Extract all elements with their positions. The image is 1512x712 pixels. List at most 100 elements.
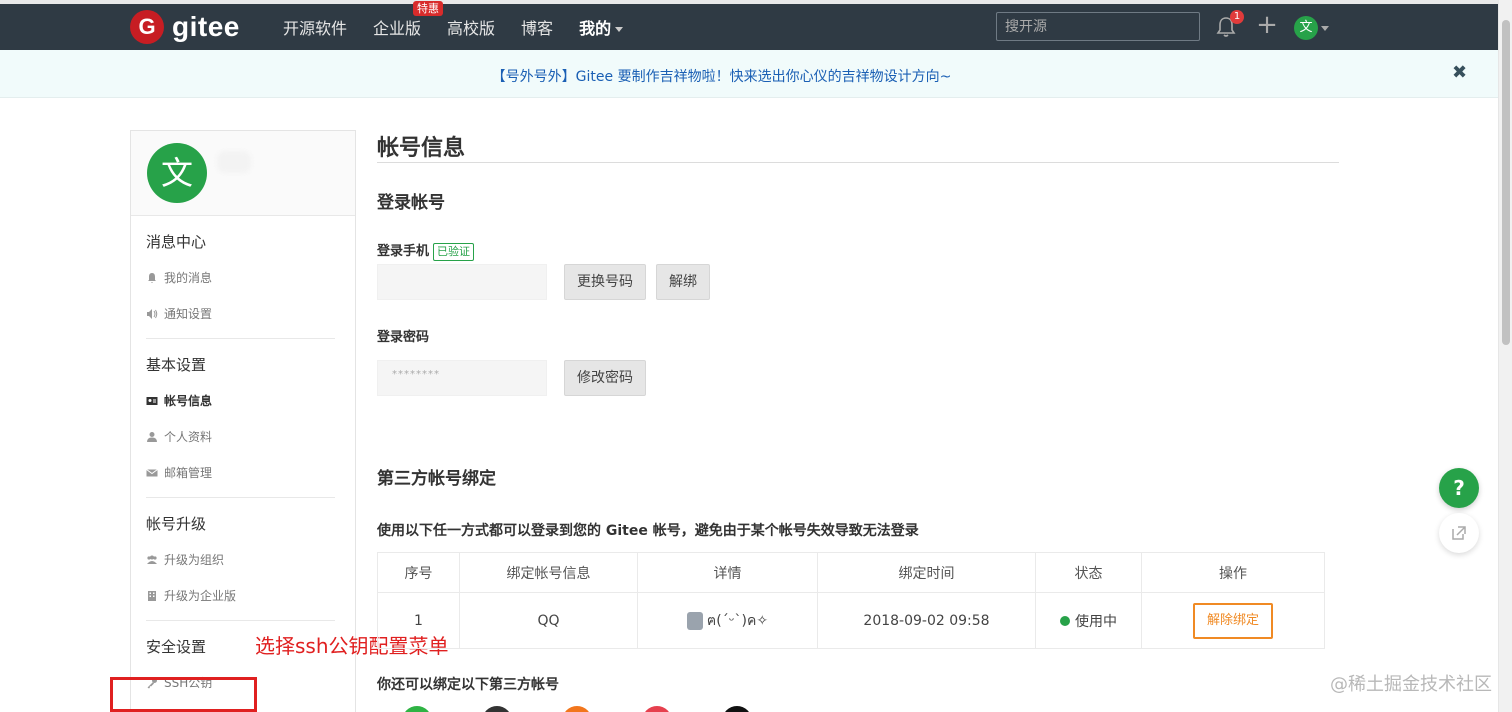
column-header: 操作 xyxy=(1141,552,1325,593)
row-time: 2018-09-02 09:58 xyxy=(817,592,1036,649)
phone-label: 登录手机 已验证 xyxy=(377,240,475,261)
password-label: 登录密码 xyxy=(377,330,430,345)
special-offer-badge: 特惠 xyxy=(413,1,444,16)
user-avatar-menu[interactable]: 文 xyxy=(1294,16,1318,40)
weibo-icon[interactable] xyxy=(642,706,672,712)
gitee-logo[interactable]: G gitee xyxy=(130,10,240,44)
row-account: QQ xyxy=(459,592,638,649)
envelope-icon xyxy=(146,469,158,477)
annotation-highlight-box xyxy=(110,677,257,712)
nav-education[interactable]: 高校版 xyxy=(447,15,495,39)
sidebar-item-label: 个人资料 xyxy=(164,430,213,444)
row-detail-text: ฅ(ˊᵕˋ)ค✧ xyxy=(706,612,769,629)
status-dot-icon xyxy=(1060,615,1070,626)
column-header: 绑定帐号信息 xyxy=(459,552,638,593)
sidebar-item-label: 我的消息 xyxy=(164,271,213,285)
sidebar-group-messages: 消息中心 我的消息 通知设置 xyxy=(131,224,355,332)
notification-count-badge: 1 xyxy=(1230,10,1244,24)
nav-enterprise-label: 企业版 xyxy=(373,19,422,38)
id-card-icon xyxy=(146,397,158,405)
sidebar-item-upgrade-enterprise[interactable]: 升级为企业版 xyxy=(146,578,340,614)
nav-mine-label: 我的 xyxy=(579,19,612,38)
password-mask: ******** xyxy=(392,369,440,380)
sidebar-profile: 文 xyxy=(131,131,355,216)
top-navbar: G gitee 开源软件 企业版 特惠 高校版 博客 我的 1 + 文 xyxy=(0,1,1498,50)
sidebar-group-title: 帐号升级 xyxy=(146,515,207,533)
column-header: 详情 xyxy=(637,552,818,593)
help-button[interactable]: ? xyxy=(1439,468,1479,508)
user-icon xyxy=(147,432,157,442)
phone-label-text: 登录手机 xyxy=(377,244,430,259)
blurred-username xyxy=(217,151,251,173)
sidebar-item-label: 升级为组织 xyxy=(164,553,225,567)
table-header-row: 序号 绑定帐号信息 详情 绑定时间 状态 操作 xyxy=(377,552,1325,593)
users-icon xyxy=(147,555,157,564)
third-party-description: 使用以下任一方式都可以登录到您的 Gitee 帐号，避免由于某个帐号失效导致无法… xyxy=(377,523,919,539)
nav-blog[interactable]: 博客 xyxy=(521,15,553,39)
watermark: @稀土掘金技术社区 xyxy=(1330,674,1492,695)
banner-link[interactable]: 【号外号外】Gitee 要制作吉祥物啦！快来选出你心仪的吉祥物设计方向~ xyxy=(0,66,1443,86)
table-row: 1 QQ ฅ(ˊᵕˋ)ค✧ 2018-09-02 09:58 使用中 解除绑定 xyxy=(377,592,1325,649)
close-icon[interactable]: ✖ xyxy=(1452,62,1467,83)
change-number-button[interactable]: 更换号码 xyxy=(564,264,646,300)
column-header: 绑定时间 xyxy=(817,552,1036,593)
third-party-title: 第三方帐号绑定 xyxy=(377,469,496,489)
login-account-title: 登录帐号 xyxy=(377,193,445,213)
sidebar-item-label: 升级为企业版 xyxy=(164,589,237,603)
nav-enterprise[interactable]: 企业版 特惠 xyxy=(373,1,444,39)
avatar[interactable]: 文 xyxy=(147,143,207,203)
change-password-button[interactable]: 修改密码 xyxy=(564,360,646,396)
sidebar-group-basic: 基本设置 帐号信息 个人资料 邮箱管理 xyxy=(131,347,355,491)
bell-icon xyxy=(148,273,156,283)
sidebar-divider xyxy=(146,497,335,498)
sidebar-group-title: 消息中心 xyxy=(146,233,207,251)
wechat-icon[interactable] xyxy=(402,706,432,712)
password-field: ******** xyxy=(377,360,547,396)
scrollbar-thumb[interactable] xyxy=(1502,20,1510,345)
qq-avatar-icon xyxy=(686,611,703,630)
sidebar-item-account-info[interactable]: 帐号信息 xyxy=(146,383,340,419)
share-button[interactable] xyxy=(1439,513,1479,553)
gitlab-icon[interactable] xyxy=(562,706,592,712)
avatar-chevron-down-icon[interactable] xyxy=(1321,26,1329,31)
sidebar-group-upgrade: 帐号升级 升级为组织 升级为企业版 xyxy=(131,506,355,614)
bound-accounts-table: 序号 绑定帐号信息 详情 绑定时间 状态 操作 1 QQ ฅ(ˊᵕˋ)ค✧ 20… xyxy=(377,552,1325,649)
settings-sidebar: 文 消息中心 我的消息 通知设置 基本设置 帐号信息 个人资料 邮箱管理 帐号升… xyxy=(130,130,356,712)
sidebar-divider xyxy=(146,338,335,339)
row-action: 解除绑定 xyxy=(1141,592,1325,649)
chevron-down-icon xyxy=(615,27,624,32)
third-party-options xyxy=(402,706,802,712)
unbind-account-button[interactable]: 解除绑定 xyxy=(1192,602,1273,639)
more-bind-title: 你还可以绑定以下第三方帐号 xyxy=(377,677,559,693)
verified-badge: 已验证 xyxy=(433,243,475,261)
sidebar-item-notification-settings[interactable]: 通知设置 xyxy=(146,296,340,332)
page-scrollbar[interactable] xyxy=(1498,0,1512,712)
other-account-icon[interactable] xyxy=(722,706,752,712)
sidebar-item-profile[interactable]: 个人资料 xyxy=(146,419,340,455)
title-divider xyxy=(377,162,1339,163)
sidebar-item-my-messages[interactable]: 我的消息 xyxy=(146,260,340,296)
row-index: 1 xyxy=(377,592,460,649)
nav-open-source[interactable]: 开源软件 xyxy=(283,15,347,39)
sidebar-divider xyxy=(146,620,335,621)
notification-bell[interactable]: 1 xyxy=(1216,10,1244,40)
building-icon xyxy=(148,591,156,601)
gitee-logo-icon: G xyxy=(130,10,164,44)
sidebar-item-upgrade-org[interactable]: 升级为组织 xyxy=(146,542,340,578)
sidebar-item-label: 邮箱管理 xyxy=(164,466,213,480)
unbind-phone-button[interactable]: 解绑 xyxy=(656,264,710,300)
column-header: 序号 xyxy=(377,552,460,593)
main-nav: 开源软件 企业版 特惠 高校版 博客 我的 xyxy=(283,1,649,50)
create-plus-icon[interactable]: + xyxy=(1256,12,1278,38)
nav-mine[interactable]: 我的 xyxy=(579,15,624,39)
row-detail: ฅ(ˊᵕˋ)ค✧ xyxy=(637,592,818,649)
sidebar-item-label: 帐号信息 xyxy=(164,394,213,408)
sidebar-item-email[interactable]: 邮箱管理 xyxy=(146,455,340,491)
github-icon[interactable] xyxy=(482,706,512,712)
row-status: 使用中 xyxy=(1035,592,1142,649)
search-input[interactable] xyxy=(996,12,1200,41)
sidebar-item-label: 通知设置 xyxy=(164,307,213,321)
status-text: 使用中 xyxy=(1075,613,1117,630)
page-title: 帐号信息 xyxy=(377,136,466,161)
phone-number-field xyxy=(377,264,547,300)
